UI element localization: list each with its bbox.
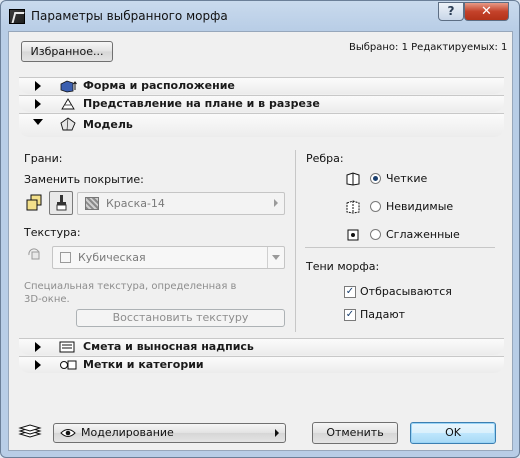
selection-info: Выбрано: 1 Редактируемых: 1 (349, 42, 508, 53)
section-listing-label: Смета и выносная надпись (83, 340, 254, 353)
texture-value: Кубическая (78, 251, 146, 264)
dropdown-button[interactable] (267, 247, 284, 268)
ok-button[interactable]: OK (410, 422, 496, 444)
close-button[interactable]: ✕ (464, 2, 509, 21)
texture-label: Текстура: (24, 226, 81, 239)
dialog-content: Избранное... Выбрано: 1 Редактируемых: 1… (8, 31, 513, 451)
edges-label: Ребра: (306, 152, 344, 165)
cube-icon (60, 252, 71, 263)
floor-plan-icon (61, 98, 75, 110)
tags-categories-icon (60, 360, 77, 370)
edges-sharp-icon (346, 172, 360, 186)
section-listing-header[interactable]: Смета и выносная надпись (19, 338, 504, 355)
chevron-right-icon (274, 199, 278, 207)
receive-shadows-checkbox[interactable]: ✓ (344, 309, 356, 321)
paint-brush-icon (56, 195, 67, 211)
section-plan-label: Представление на плане и в разрезе (83, 97, 320, 110)
receive-shadows-label[interactable]: Падают (360, 308, 405, 321)
edges-hidden-label[interactable]: Невидимые (386, 200, 453, 213)
help-button[interactable]: ? (438, 2, 464, 21)
faces-label: Грани: (24, 152, 63, 165)
paint-brush-button[interactable] (49, 191, 73, 215)
edges-smooth-icon (347, 229, 359, 241)
cast-shadows-label[interactable]: Отбрасываются (360, 285, 452, 298)
eye-icon (60, 429, 76, 437)
expand-arrow-icon[interactable] (35, 99, 41, 109)
edges-sharp-radio[interactable] (370, 173, 381, 184)
morph-box-icon (60, 80, 77, 93)
window-title: Параметры выбранного морфа (31, 9, 228, 23)
edges-hidden-icon (346, 200, 360, 214)
surface-swatch-icon (85, 197, 99, 210)
restore-texture-button[interactable]: Восстановить текстуру (76, 309, 285, 327)
chevron-down-icon (272, 255, 280, 260)
edges-sharp-label[interactable]: Четкие (386, 172, 427, 185)
edges-smooth-radio[interactable] (370, 229, 381, 240)
listing-label-icon (59, 341, 75, 353)
section-model-label: Модель (83, 118, 133, 131)
shadows-label: Тени морфа: (306, 260, 380, 273)
override-surface-label: Заменить покрытие: (24, 173, 144, 186)
section-tags-header[interactable]: Метки и категории (19, 356, 504, 373)
collapse-arrow-icon[interactable] (33, 119, 43, 125)
surface-select[interactable]: Краска-14 (77, 192, 285, 215)
section-shape-header[interactable]: Форма и расположение (19, 77, 504, 94)
layers-icon (18, 424, 42, 438)
texture-select[interactable]: Кубическая (52, 246, 285, 269)
edges-hidden-radio[interactable] (370, 201, 381, 212)
archicad-logo-icon (9, 9, 25, 24)
layer-value: Моделирование (81, 426, 174, 439)
model-3d-icon (60, 117, 76, 131)
section-plan-header[interactable]: Представление на плане и в разрезе (19, 95, 504, 112)
cast-shadows-checkbox[interactable]: ✓ (344, 286, 356, 298)
section-shape-label: Форма и расположение (83, 79, 235, 92)
expand-arrow-icon[interactable] (35, 81, 41, 91)
texture-origin-icon[interactable] (26, 247, 43, 262)
right-divider (305, 247, 495, 248)
section-model-header[interactable]: Модель (19, 113, 504, 137)
chevron-right-icon (275, 429, 279, 437)
expand-arrow-icon[interactable] (35, 360, 41, 370)
title-bar[interactable]: Параметры выбранного морфа ? ✕ (1, 1, 519, 31)
column-divider (295, 150, 296, 332)
favorites-button[interactable]: Избранное... (21, 41, 113, 62)
section-tags-label: Метки и категории (83, 358, 204, 371)
expand-arrow-icon[interactable] (35, 342, 41, 352)
cancel-button[interactable]: Отменить (312, 422, 398, 444)
layer-select[interactable]: Моделирование (53, 423, 286, 443)
texture-note: Специальная текстура, определенная в 3D-… (24, 281, 237, 305)
override-all-surfaces-icon[interactable] (25, 194, 43, 212)
edges-smooth-label[interactable]: Сглаженные (386, 228, 460, 241)
dialog-window: Параметры выбранного морфа ? ✕ Избранное… (0, 0, 520, 458)
surface-value: Краска-14 (106, 197, 165, 210)
